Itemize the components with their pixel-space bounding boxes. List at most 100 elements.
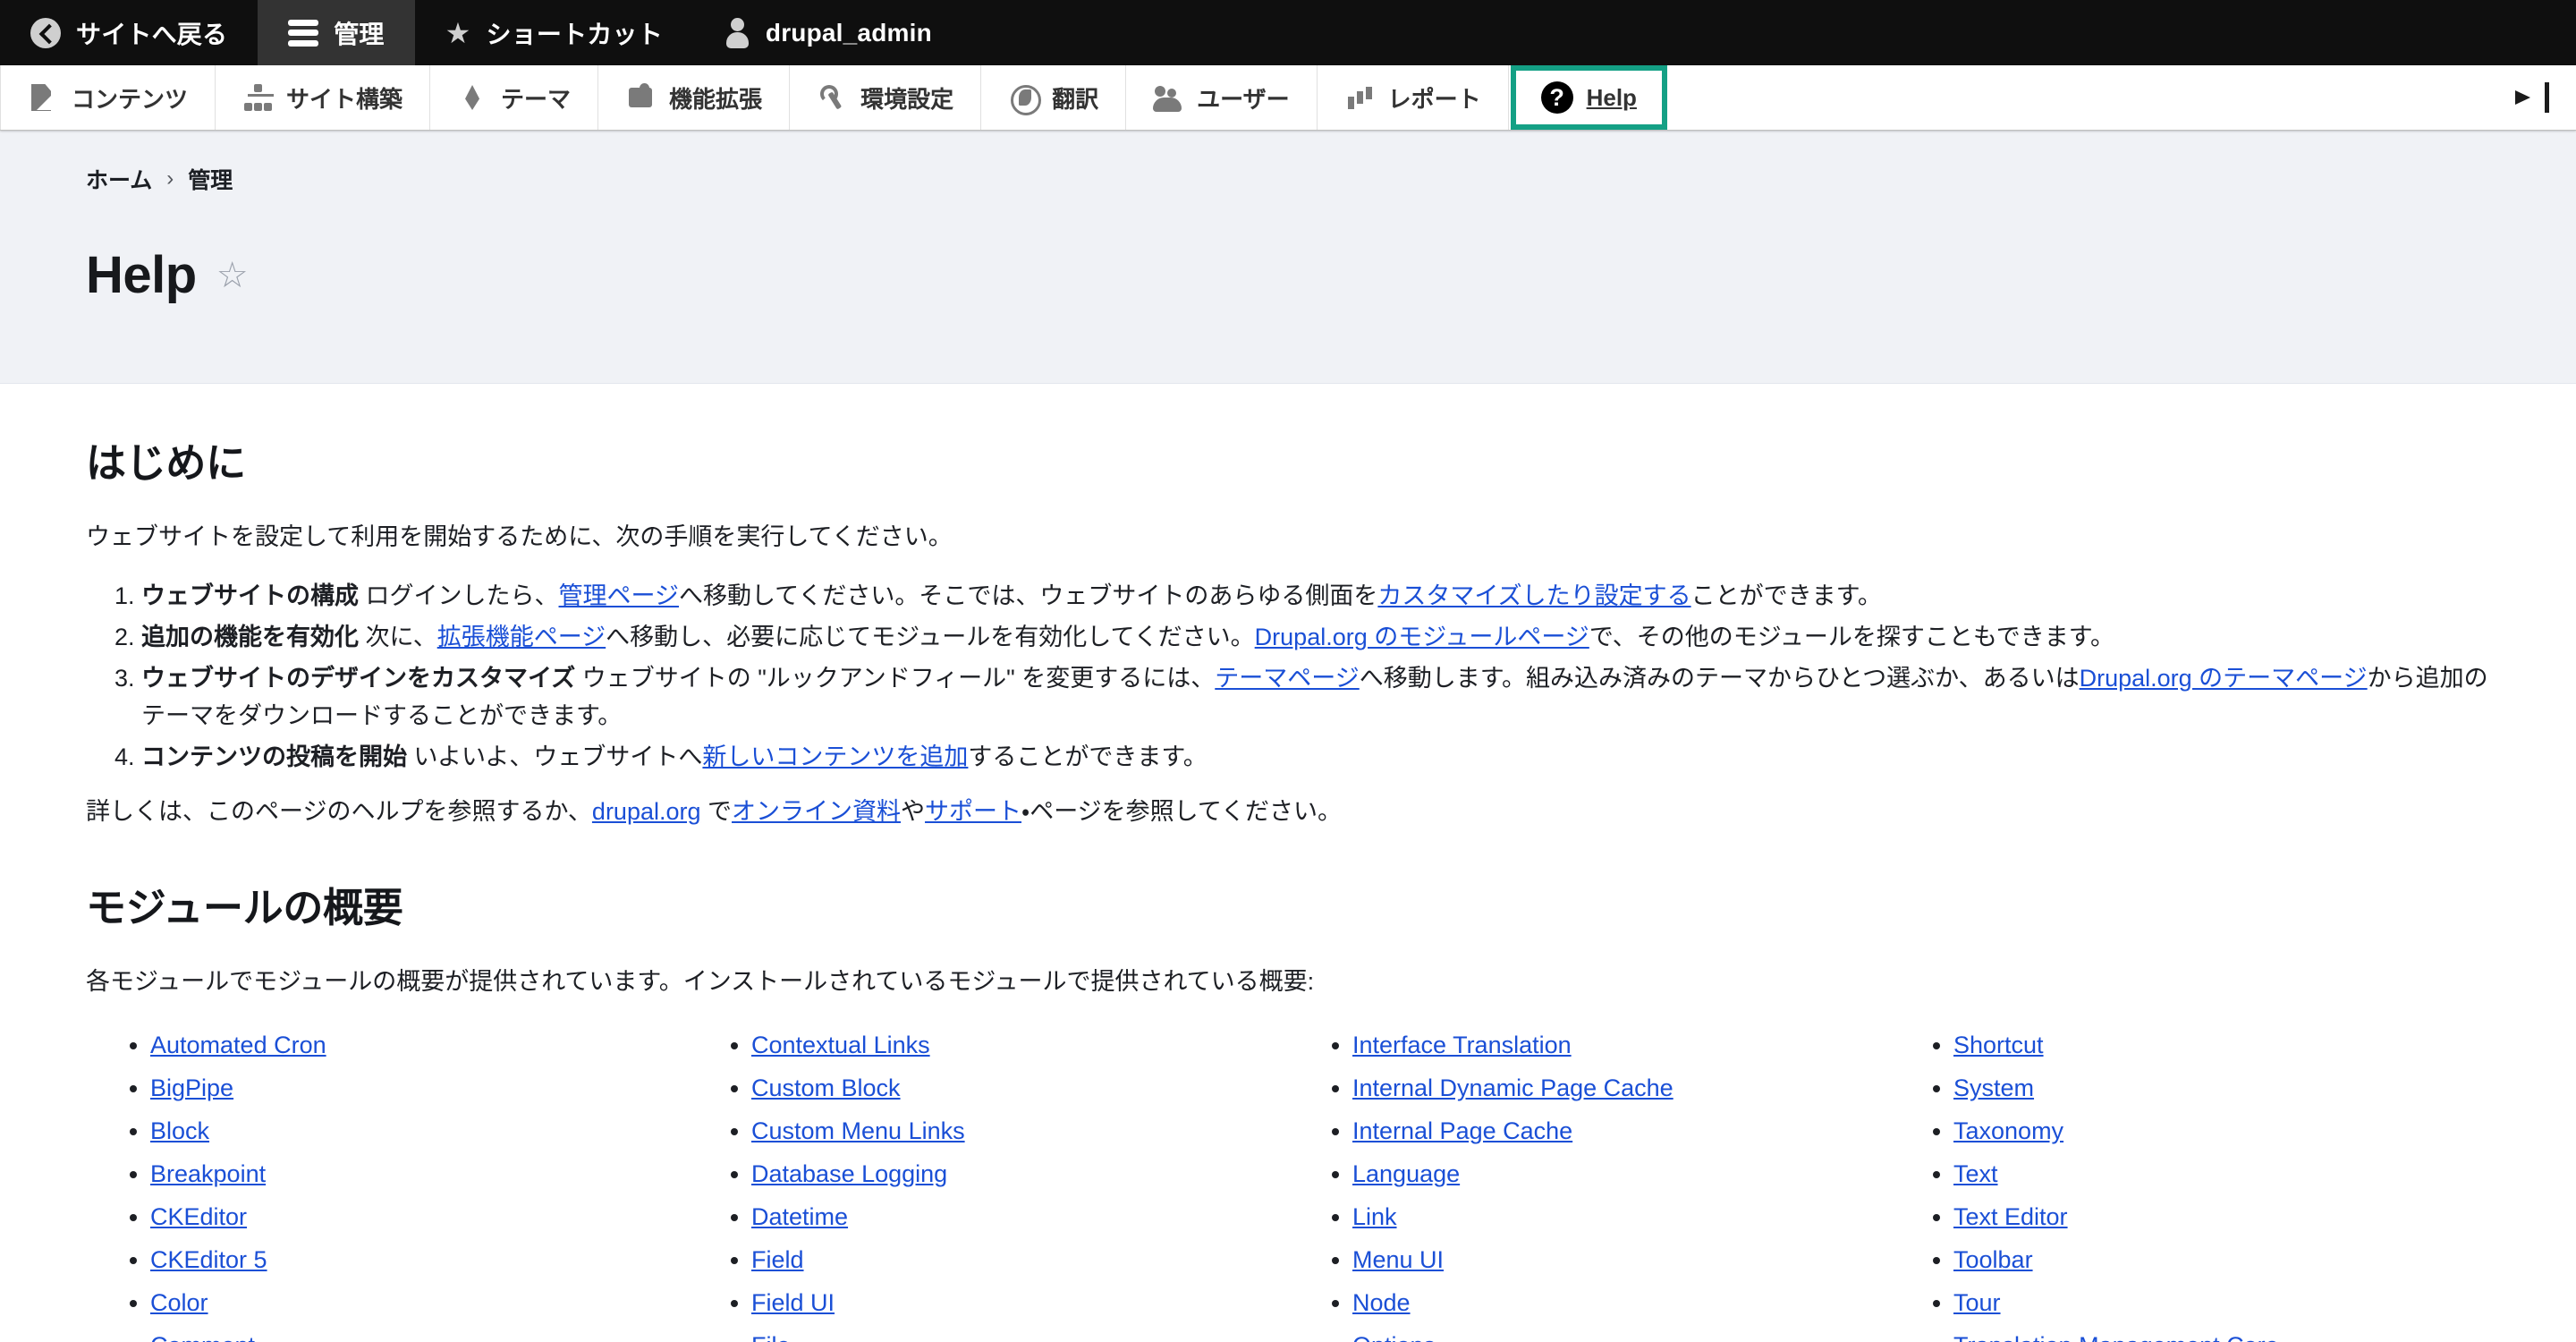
admin-toolbar-tray: コンテンツ サイト構築 テーマ 機能拡張 環境設定 翻訳 ユーザー レポート H… — [0, 65, 2576, 131]
list-item: 追加の機能を有効化 次に、拡張機能ページへ移動し、必要に応じてモジュールを有効化… — [141, 619, 2490, 657]
step-link[interactable]: 新しいコンテンツを追加 — [702, 743, 968, 770]
breadcrumb-separator-icon: › — [166, 166, 174, 191]
module-link[interactable]: Language — [1352, 1160, 1460, 1187]
list-item: Link — [1352, 1205, 1889, 1229]
module-link[interactable]: System — [1953, 1074, 2034, 1101]
breadcrumb-link-manage[interactable]: 管理 — [188, 163, 233, 195]
bar-chart-icon — [1344, 82, 1375, 113]
tray-item-label: コンテンツ — [72, 85, 189, 113]
content-page-icon — [28, 82, 58, 113]
step-text: で、その他のモジュールを探すこともできます。 — [1589, 624, 2115, 651]
module-link[interactable]: Breakpoint — [150, 1160, 266, 1187]
page-title: Help — [86, 245, 197, 304]
module-link[interactable]: Node — [1352, 1289, 1411, 1316]
step-title: コンテンツの投稿を開始 — [141, 743, 407, 770]
footer-text: ・ページを参照してください。 — [1021, 798, 1343, 826]
step-link[interactable]: Drupal.org のテーマページ — [2080, 665, 2368, 692]
tray-item-label: テーマ — [501, 85, 572, 113]
list-item: Options — [1352, 1334, 1889, 1342]
step-link[interactable]: カスタマイズしたり設定する — [1377, 582, 1690, 609]
step-text: いよいよ、ウェブサイトへ — [407, 743, 703, 770]
getting-started-steps: ウェブサイトの構成 ログインしたら、管理ページへ移動してください。そこでは、ウェ… — [86, 578, 2490, 776]
module-link[interactable]: CKEditor — [150, 1203, 247, 1230]
module-link[interactable]: Toolbar — [1953, 1246, 2033, 1273]
tray-item-label: 環境設定 — [860, 85, 954, 113]
module-link[interactable]: Menu UI — [1352, 1246, 1444, 1273]
module-link[interactable]: Field — [751, 1246, 804, 1273]
module-link[interactable]: File — [751, 1332, 791, 1342]
tray-item-label: 翻訳 — [1052, 85, 1099, 113]
module-link[interactable]: Custom Block — [751, 1074, 901, 1101]
module-link[interactable]: Datetime — [751, 1203, 848, 1230]
list-item: Color — [150, 1291, 687, 1315]
step-link[interactable]: Drupal.org のモジュールページ — [1255, 624, 1589, 650]
footer-link-drupal-org[interactable]: drupal.org — [592, 798, 701, 825]
module-link[interactable]: Options — [1352, 1332, 1436, 1342]
module-link[interactable]: BigPipe — [150, 1074, 233, 1101]
footer-link-support[interactable]: サポート — [925, 798, 1021, 825]
hamburger-menu-icon — [288, 19, 319, 47]
page-title-row: Help ☆ — [86, 215, 2576, 336]
module-link[interactable]: Taxonomy — [1953, 1117, 2063, 1144]
tray-item-appearance[interactable]: テーマ — [430, 65, 599, 130]
toolbar-item-user-account[interactable]: drupal_admin — [693, 0, 962, 65]
toolbar-item-manage[interactable]: 管理 — [258, 0, 415, 65]
module-link[interactable]: CKEditor 5 — [150, 1246, 267, 1273]
list-item: Translation Management Core — [1953, 1334, 2490, 1342]
step-link[interactable]: 管理ページ — [559, 582, 679, 609]
module-link[interactable]: Block — [150, 1117, 209, 1144]
module-link[interactable]: Comment — [150, 1332, 255, 1342]
list-item: CKEditor 5 — [150, 1248, 687, 1272]
footer-link-documentation[interactable]: オンライン資料 — [732, 798, 901, 825]
tray-item-help[interactable]: Help — [1510, 65, 1667, 130]
step-link[interactable]: 拡張機能ページ — [437, 624, 606, 650]
list-item: Tour — [1953, 1291, 2490, 1315]
tray-item-structure[interactable]: サイト構築 — [216, 65, 431, 130]
module-link[interactable]: Automated Cron — [150, 1032, 326, 1058]
tray-item-label: サイト構築 — [286, 85, 403, 113]
module-link[interactable]: Text Editor — [1953, 1203, 2068, 1230]
module-link[interactable]: Field UI — [751, 1289, 835, 1316]
add-to-shortcuts-star-icon[interactable]: ☆ — [216, 258, 249, 293]
module-link[interactable]: Translation Management Core — [1953, 1332, 2279, 1342]
module-link[interactable]: Color — [150, 1289, 208, 1316]
step-text: 次に、 — [359, 624, 437, 651]
step-link[interactable]: テーマページ — [1215, 665, 1359, 692]
module-link[interactable]: Interface Translation — [1352, 1032, 1572, 1058]
list-item: Internal Page Cache — [1352, 1119, 1889, 1143]
list-item: Custom Menu Links — [751, 1119, 1288, 1143]
admin-toolbar-bar: サイトへ戻る 管理 ★ ショートカット drupal_admin — [0, 0, 2576, 65]
module-link[interactable]: Link — [1352, 1203, 1397, 1230]
toolbar-item-label: サイトへ戻る — [76, 20, 228, 48]
module-link[interactable]: Internal Dynamic Page Cache — [1352, 1074, 1674, 1101]
list-item: ウェブサイトのデザインをカスタマイズ ウェブサイトの "ルックアンドフィール" … — [141, 660, 2490, 735]
step-text: ウェブサイトの "ルックアンドフィール" を変更するには、 — [575, 664, 1216, 692]
user-icon — [724, 17, 750, 48]
module-link[interactable]: Database Logging — [751, 1160, 947, 1187]
tray-item-people[interactable]: ユーザー — [1126, 65, 1318, 130]
step-text: へ移動します。組み込み済みのテーマからひとつ選ぶか、あるいは — [1359, 664, 2080, 692]
circle-chevron-left-icon — [30, 17, 61, 48]
list-item: Text Editor — [1953, 1205, 2490, 1229]
module-link[interactable]: Text — [1953, 1160, 1998, 1187]
breadcrumb-link-home[interactable]: ホーム — [86, 163, 152, 195]
module-link[interactable]: Contextual Links — [751, 1032, 930, 1058]
module-link[interactable]: Tour — [1953, 1289, 2001, 1316]
footer-text: 詳しくは、このページのヘルプを参照するか、 — [86, 798, 592, 826]
tray-item-label: レポート — [1387, 85, 1481, 113]
tray-item-translate[interactable]: 翻訳 — [981, 65, 1127, 130]
module-link[interactable]: Shortcut — [1953, 1032, 2044, 1058]
tray-item-content[interactable]: コンテンツ — [0, 65, 216, 130]
tray-item-reports[interactable]: レポート — [1318, 65, 1509, 130]
tray-item-extend[interactable]: 機能拡張 — [598, 65, 791, 130]
module-link[interactable]: Custom Menu Links — [751, 1117, 965, 1144]
toolbar-item-back-to-site[interactable]: サイトへ戻る — [0, 0, 258, 65]
module-link[interactable]: Internal Page Cache — [1352, 1117, 1572, 1144]
module-column-4: Shortcut System Taxonomy Text Text Edito… — [1889, 1033, 2490, 1342]
getting-started-footer: 詳しくは、このページのヘルプを参照するか、drupal.org でオンライン資料… — [86, 794, 2490, 830]
list-item: CKEditor — [150, 1205, 687, 1229]
tray-orientation-toggle-button[interactable] — [2488, 65, 2576, 130]
toolbar-item-shortcuts[interactable]: ★ ショートカット — [415, 0, 693, 65]
step-title: ウェブサイトのデザインをカスタマイズ — [141, 664, 576, 692]
tray-item-configuration[interactable]: 環境設定 — [790, 65, 982, 130]
